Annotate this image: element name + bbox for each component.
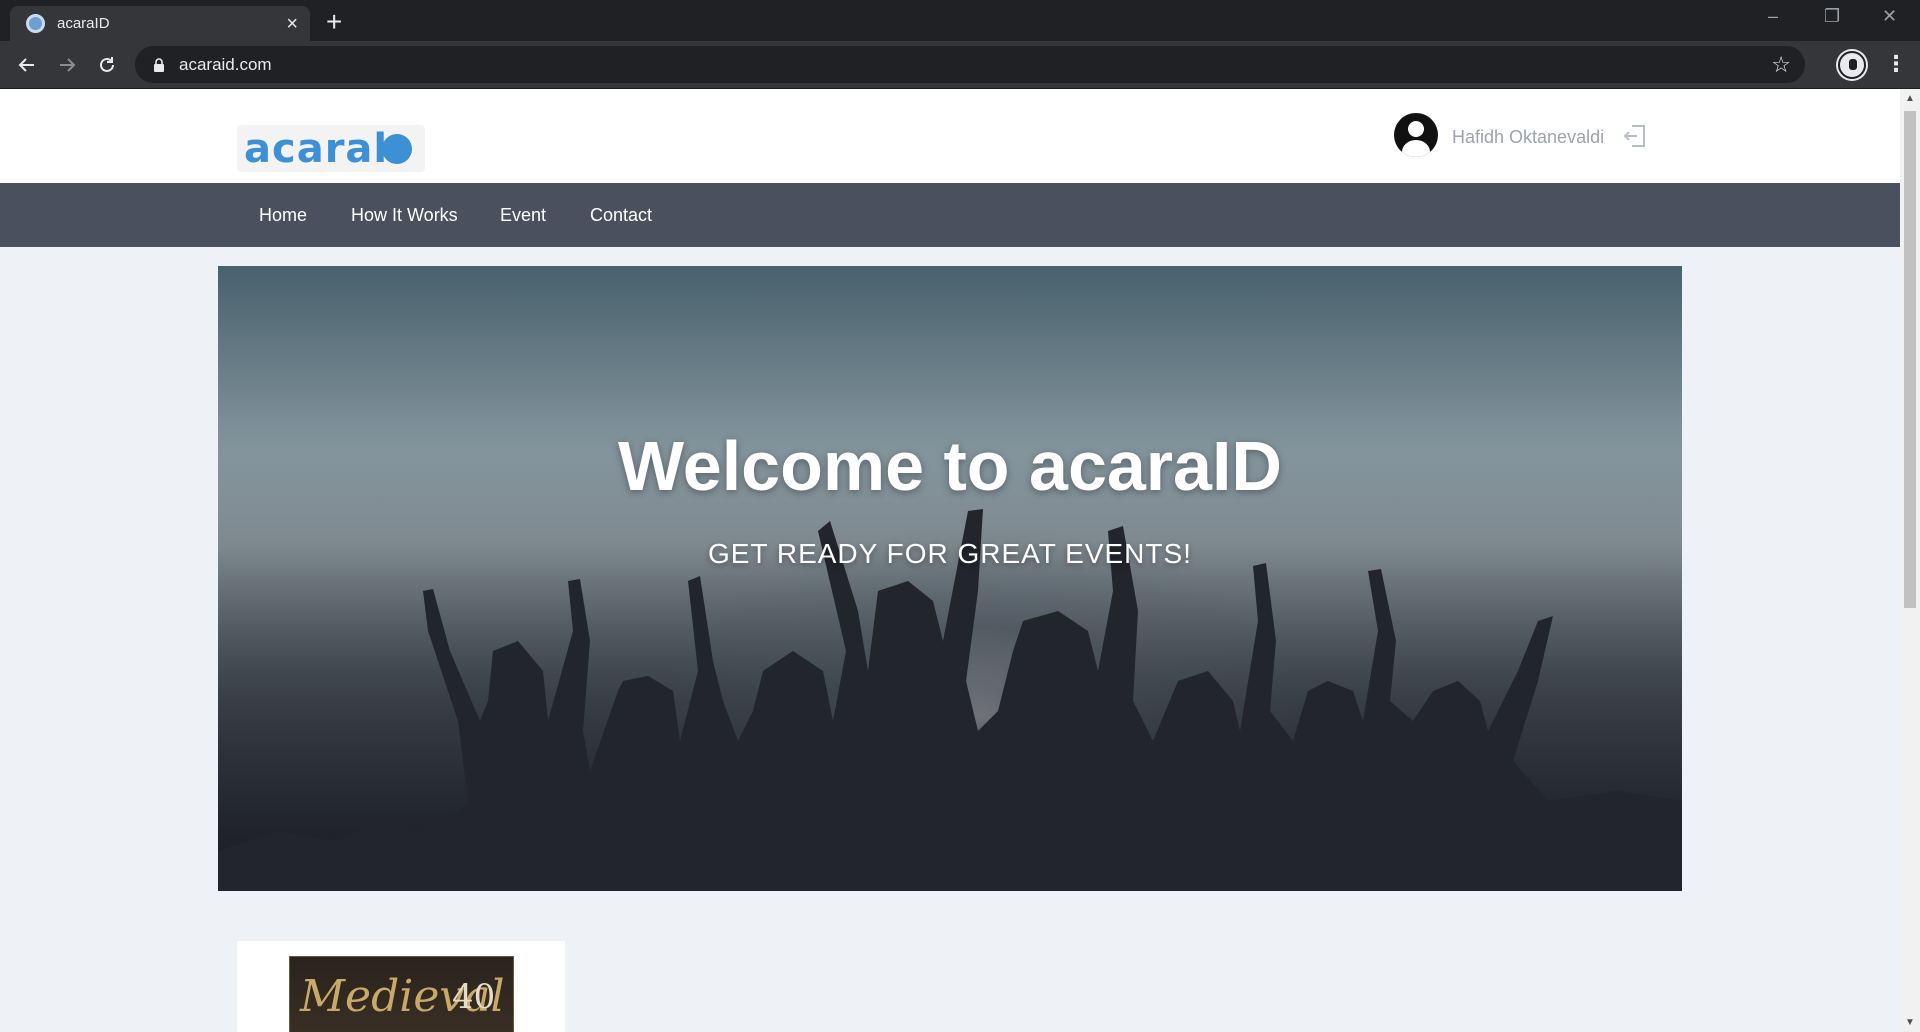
close-window-icon[interactable]: ✕	[1882, 6, 1897, 27]
forward-arrow-icon	[60, 58, 76, 72]
menu-kebab-icon[interactable]: ⋮	[1885, 53, 1907, 75]
event-poster-image[interactable]: Medieval 40	[289, 956, 514, 1032]
tab-title: acaraID	[57, 15, 110, 32]
event-card[interactable]: Medieval 40	[237, 941, 565, 1032]
back-arrow-icon	[18, 58, 34, 72]
browser-tab[interactable]: acaraID ×	[10, 6, 310, 41]
lock-icon	[154, 57, 164, 72]
reload-button[interactable]	[93, 51, 121, 79]
forward-button[interactable]	[53, 51, 81, 79]
nav-contact[interactable]: Contact	[590, 205, 652, 226]
hero-title: Welcome to acaraID	[618, 427, 1282, 505]
hero-subtitle: GET READY FOR GREAT EVENTS!	[708, 538, 1192, 569]
site-logo[interactable]: acaral	[237, 125, 425, 172]
scrollbar-thumb[interactable]	[1904, 111, 1916, 608]
logout-icon[interactable]	[1622, 123, 1648, 149]
address-bar[interactable]: acaraid.com ☆	[135, 46, 1805, 83]
restore-icon[interactable]: ❐	[1824, 6, 1840, 27]
nav-home[interactable]: Home	[259, 205, 307, 226]
user-avatar-icon[interactable]	[1394, 113, 1438, 157]
reload-icon	[100, 57, 114, 72]
profile-avatar-icon[interactable]	[1838, 51, 1866, 79]
hero-banner: Welcome to acaraID GET READY FOR GREAT E…	[218, 266, 1682, 891]
site-header: acaral Hafidh Oktanevaldi	[0, 89, 1900, 183]
page-scrollbar[interactable]: ▲ ▼	[1900, 89, 1920, 1032]
page-viewport: acaral Hafidh Oktanevaldi Home How It Wo…	[0, 89, 1900, 1032]
event-poster-number: 40	[452, 977, 496, 1017]
main-navbar: Home How It Works Event Contact	[0, 183, 1900, 247]
browser-tab-bar: acaraID × + – ❐ ✕	[0, 0, 1920, 41]
new-tab-button[interactable]: +	[326, 8, 342, 36]
bookmark-star-icon[interactable]: ☆	[1771, 52, 1791, 78]
scroll-up-icon[interactable]: ▲	[1905, 93, 1915, 104]
logo-badge-icon	[382, 133, 413, 164]
user-name[interactable]: Hafidh Oktanevaldi	[1452, 127, 1604, 148]
url-text: acaraid.com	[179, 54, 272, 74]
crowd-silhouette-image	[218, 509, 1682, 891]
logo-text: acaral	[244, 125, 389, 172]
minimize-icon[interactable]: –	[1768, 6, 1778, 27]
browser-toolbar: acaraid.com ☆ ⋮	[0, 41, 1920, 89]
favicon-icon	[26, 14, 45, 33]
nav-how-it-works[interactable]: How It Works	[351, 205, 458, 226]
back-button[interactable]	[13, 51, 41, 79]
nav-event[interactable]: Event	[500, 205, 546, 226]
scroll-down-icon[interactable]: ▼	[1905, 1017, 1915, 1028]
tab-close-icon[interactable]: ×	[286, 14, 298, 34]
